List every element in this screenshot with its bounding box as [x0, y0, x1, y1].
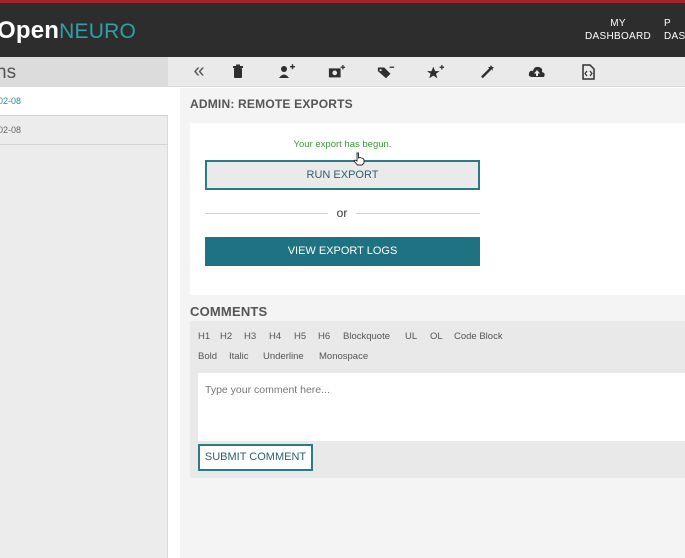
nav-public-dashboard-line1: P	[664, 18, 671, 29]
view-export-logs-button[interactable]: VIEW EXPORT LOGS	[205, 237, 480, 266]
sidebar-item-label: 02-08	[0, 125, 22, 135]
format-ol-button[interactable]: OL	[430, 331, 443, 342]
remove-tag-icon[interactable]	[377, 64, 395, 80]
sidebar-header: ns	[0, 57, 168, 87]
comments-title: COMMENTS	[190, 304, 268, 319]
openneuro-logo[interactable]: OpenNEURO	[0, 17, 136, 45]
admin-exports-title: ADMIN: REMOTE EXPORTS	[190, 97, 353, 111]
sidebar-title: ns	[0, 62, 17, 83]
divider-right	[356, 213, 480, 214]
format-h2-button[interactable]: H2	[220, 331, 232, 342]
export-status-message: Your export has begun.	[293, 139, 392, 150]
code-file-icon[interactable]	[579, 64, 597, 80]
or-separator: or	[336, 206, 348, 220]
collapse-sidebar-icon[interactable]: «	[190, 60, 208, 84]
cloud-upload-icon[interactable]	[528, 64, 546, 80]
sidebar: ns 02-08 02-08	[0, 57, 168, 558]
format-h4-button[interactable]: H4	[269, 331, 281, 342]
sidebar-item-label: 02-08	[0, 96, 22, 106]
nav-public-dashboard-line2: DAS	[664, 31, 685, 42]
format-ul-button[interactable]: UL	[405, 331, 417, 342]
run-export-button[interactable]: RUN EXPORT	[205, 160, 480, 190]
comment-input[interactable]	[198, 373, 685, 441]
format-bold-button[interactable]: Bold	[198, 351, 217, 362]
format-h3-button[interactable]: H3	[244, 331, 256, 342]
submit-comment-button[interactable]: SUBMIT COMMENT	[198, 444, 313, 471]
format-blockquote-button[interactable]: Blockquote	[343, 331, 390, 342]
format-underline-button[interactable]: Underline	[263, 351, 304, 362]
logo-open-text: Open	[0, 17, 60, 44]
hand-cursor-icon	[353, 152, 365, 166]
nav-my-dashboard-line1: MY	[610, 18, 626, 29]
format-code-block-button[interactable]: Code Block	[454, 331, 503, 342]
add-user-icon[interactable]	[278, 64, 296, 80]
format-italic-button[interactable]: Italic	[229, 351, 249, 362]
top-navigation-bar: OpenNEURO MY DASHBOARD P DAS	[0, 3, 685, 57]
trash-icon[interactable]	[229, 64, 247, 80]
format-h1-button[interactable]: H1	[198, 331, 210, 342]
magic-wand-icon[interactable]	[478, 64, 496, 80]
nav-my-dashboard[interactable]: MY DASHBOARD	[585, 17, 651, 43]
divider-left	[205, 213, 328, 214]
sidebar-item-version-2[interactable]: 02-08	[0, 116, 168, 145]
format-monospace-button[interactable]: Monospace	[319, 351, 368, 362]
add-star-icon[interactable]	[427, 64, 445, 80]
nav-my-dashboard-line2: DASHBOARD	[585, 31, 652, 42]
add-image-icon[interactable]	[328, 64, 346, 80]
logo-neuro-text: NEURO	[59, 20, 136, 43]
format-h6-button[interactable]: H6	[318, 331, 330, 342]
sidebar-item-version-1[interactable]: 02-08	[0, 87, 168, 116]
nav-public-dashboard[interactable]: P DAS	[664, 17, 685, 43]
format-h5-button[interactable]: H5	[294, 331, 306, 342]
